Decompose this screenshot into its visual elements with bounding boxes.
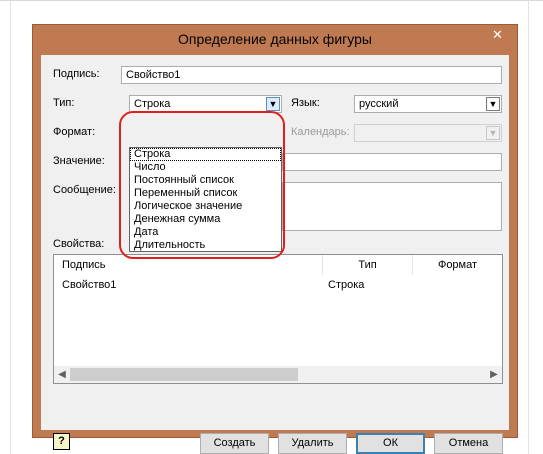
language-select-value: русский xyxy=(359,98,399,110)
row-type-cell: Строка xyxy=(328,279,365,291)
format-label: Формат: xyxy=(53,126,96,138)
background-guide-left xyxy=(10,0,11,454)
column-header-format[interactable]: Формат xyxy=(413,255,502,275)
dialog-client: Подпись: Свойство1 Тип: Строка ▼ Язык: р… xyxy=(41,55,509,454)
language-select[interactable]: русский ▼ xyxy=(354,95,502,113)
shape-data-dialog: Определение данных фигуры ✕ Подпись: Сво… xyxy=(32,24,518,454)
grid-header: Подпись Тип Формат xyxy=(54,255,502,275)
properties-grid[interactable]: Подпись Тип Формат Свойство1 Строка ◀ ▶ xyxy=(53,254,503,384)
language-label: Язык: xyxy=(291,97,320,109)
chevron-down-icon[interactable]: ▼ xyxy=(266,97,280,111)
calendar-select: ▼ xyxy=(354,124,502,142)
close-icon: ✕ xyxy=(492,27,503,42)
properties-label: Свойства: xyxy=(53,238,105,250)
background-edge xyxy=(0,0,543,1)
scroll-right-icon[interactable]: ▶ xyxy=(488,368,500,381)
message-label: Сообщение: xyxy=(53,184,116,196)
create-button[interactable]: Создать xyxy=(200,433,269,454)
cancel-button[interactable]: Отмена xyxy=(434,433,503,454)
caption-input[interactable]: Свойство1 xyxy=(121,66,502,84)
calendar-label: Календарь: xyxy=(291,126,350,138)
ok-button[interactable]: ОК xyxy=(356,433,425,454)
background-guide-right xyxy=(528,0,529,454)
chevron-down-icon: ▼ xyxy=(486,126,500,140)
table-row[interactable]: Свойство1 Строка xyxy=(54,277,502,294)
scrollbar-thumb[interactable] xyxy=(70,368,298,381)
horizontal-scrollbar[interactable]: ◀ ▶ xyxy=(54,366,502,383)
close-button[interactable]: ✕ xyxy=(486,26,509,44)
scroll-left-icon[interactable]: ◀ xyxy=(56,368,68,381)
help-icon[interactable]: ? xyxy=(53,433,70,450)
delete-button[interactable]: Удалить xyxy=(278,433,347,454)
chevron-down-icon[interactable]: ▼ xyxy=(486,97,500,111)
value-input[interactable] xyxy=(282,153,502,171)
title-bar[interactable]: Определение данных фигуры ✕ xyxy=(33,25,517,55)
dialog-title: Определение данных фигуры xyxy=(178,31,372,47)
value-label: Значение: xyxy=(53,155,105,167)
row-caption-cell: Свойство1 xyxy=(62,279,117,291)
message-input[interactable] xyxy=(282,182,502,231)
highlight-outline xyxy=(119,111,285,259)
type-label: Тип: xyxy=(53,97,75,109)
type-select-value: Строка xyxy=(134,98,171,110)
column-header-type[interactable]: Тип xyxy=(323,255,413,275)
caption-label: Подпись: xyxy=(53,68,100,80)
